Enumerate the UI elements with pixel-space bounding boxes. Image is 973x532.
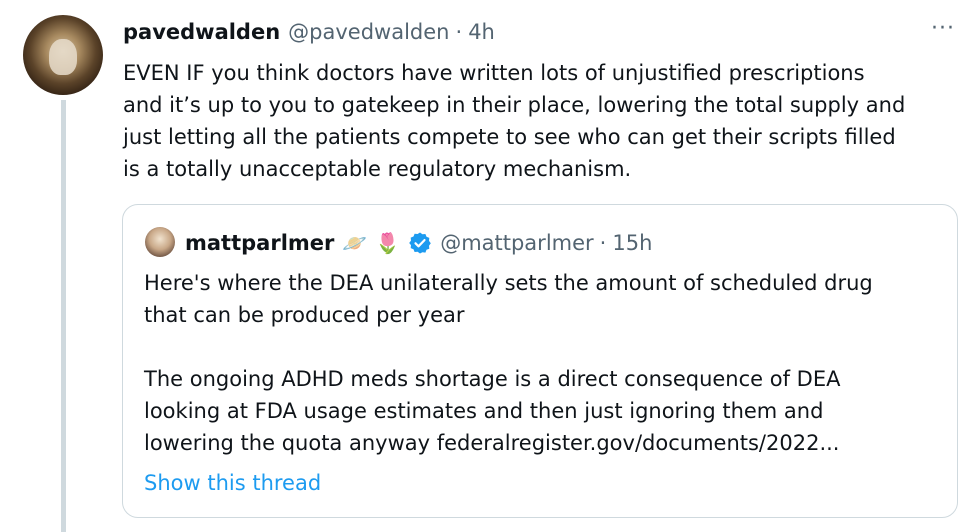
avatar[interactable] <box>23 15 103 95</box>
quote-timestamp[interactable]: 15h <box>612 231 652 255</box>
planet-emoji-icon: 🪐 <box>342 231 368 255</box>
quote-avatar[interactable] <box>145 227 175 257</box>
tweet-text: EVEN IF you think doctors have written l… <box>123 61 906 181</box>
separator-dot: · <box>455 20 463 44</box>
quote-text: Here's where the DEA unilaterally sets t… <box>144 271 873 455</box>
quote-tweet[interactable]: mattparlmer 🪐 🌷 @mattparlmer · 15h Here'… <box>122 204 958 518</box>
tweet-header: pavedwalden @pavedwalden · 4h <box>123 18 495 46</box>
timestamp[interactable]: 4h <box>468 20 495 44</box>
verified-badge-icon <box>408 231 432 255</box>
thread-line <box>61 100 66 532</box>
avatar-face <box>49 39 77 75</box>
author-handle[interactable]: @pavedwalden <box>288 20 449 44</box>
quote-header: mattparlmer 🪐 🌷 @mattparlmer · 15h <box>185 229 652 257</box>
quote-author-handle[interactable]: @mattparlmer <box>440 231 593 255</box>
quote-author-name[interactable]: mattparlmer <box>185 231 334 255</box>
author-name[interactable]: pavedwalden <box>123 20 280 44</box>
quote-separator-dot: · <box>599 231 607 255</box>
tulip-emoji-icon: 🌷 <box>375 231 401 255</box>
show-thread-link[interactable]: Show this thread <box>144 471 321 495</box>
more-options-icon[interactable]: ··· <box>926 17 960 45</box>
